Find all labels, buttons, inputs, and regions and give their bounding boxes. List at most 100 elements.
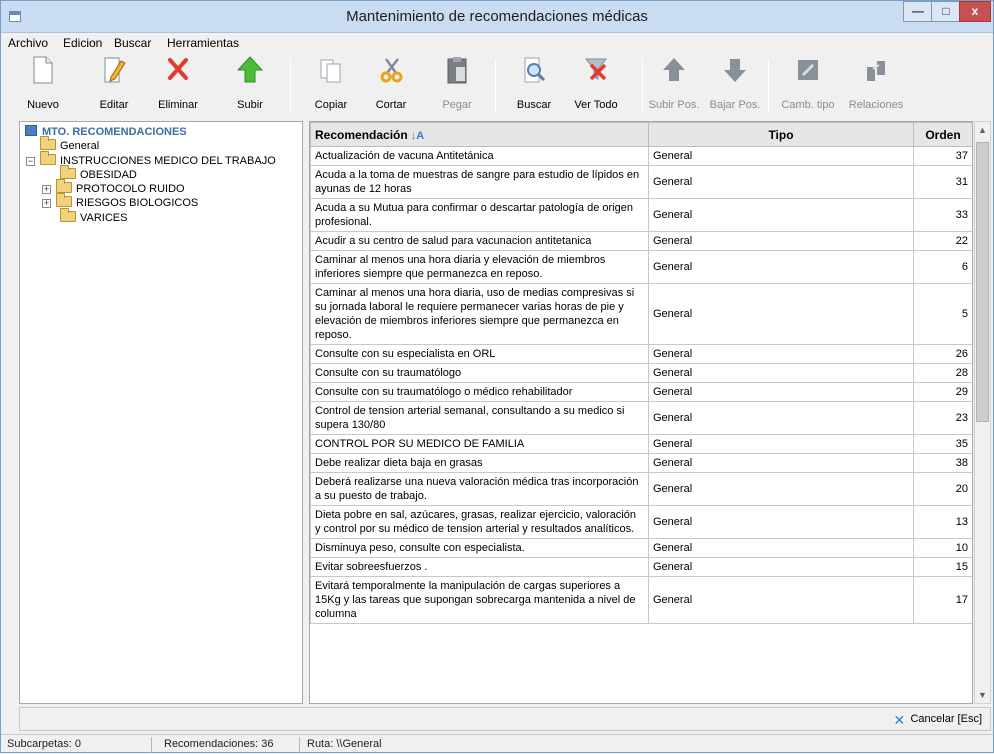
toolbar-separator [768,59,769,113]
maximize-button[interactable]: □ [931,1,961,22]
cell-tipo: General [648,472,914,506]
sort-az-icon: ↓A [410,129,425,142]
cell-orden: 38 [913,453,972,473]
cell-orden: 35 [913,434,972,454]
toolbar-separator [290,59,291,113]
view-all-button[interactable]: Ver Todo [569,55,623,117]
expand-icon[interactable]: + [42,199,51,208]
cell-recomendacion: Evitar sobreesfuerzos . [310,557,649,577]
cell-tipo: General [648,146,914,166]
cell-orden: 37 [913,146,972,166]
cell-recomendacion: Consulte con su traumatólogo o médico re… [310,382,649,402]
collapse-icon[interactable]: − [26,157,35,166]
tree-item-label: PROTOCOLO RUIDO [76,183,185,195]
relations-button[interactable]: Relaciones [845,55,907,117]
folder-icon [40,136,56,150]
cell-orden: 20 [913,472,972,506]
column-header-tipo[interactable]: Tipo [648,122,914,147]
cell-recomendacion: Caminar al menos una hora diaria y eleva… [310,250,649,284]
edit-button[interactable]: Editar [89,55,139,117]
table-row[interactable]: Caminar al menos una hora diaria y eleva… [310,250,972,284]
move-down-icon [724,59,746,82]
table-row[interactable]: Consulte con su traumatólogo o médico re… [310,382,972,402]
change-type-button[interactable]: Camb. tipo [777,55,839,117]
search-button[interactable]: Buscar [509,55,559,117]
cell-recomendacion: Dieta pobre en sal, azúcares, grasas, re… [310,505,649,539]
relations-icon [867,61,885,81]
toolbar-separator [642,59,643,113]
action-bar: ✕ Cancelar [Esc] [19,707,991,731]
table-row[interactable]: Caminar al menos una hora diaria, uso de… [310,283,972,345]
cut-label: Cortar [375,99,407,111]
menu-edicion[interactable]: Edicion [63,36,102,50]
cell-tipo: General [648,538,914,558]
expand-icon[interactable]: + [42,185,51,194]
cell-tipo: General [648,363,914,383]
menu-archivo[interactable]: Archivo [8,36,48,50]
delete-button[interactable]: Eliminar [151,55,205,117]
table-row[interactable]: Consulte con su especialista en ORL Gener… [310,344,972,364]
table-row[interactable]: Debe realizar dieta baja en grasas Genera… [310,453,972,473]
table-row[interactable]: CONTROL POR SU MEDICO DE FAMILIA General 3… [310,434,972,454]
cell-orden: 28 [913,363,972,383]
cell-orden: 26 [913,344,972,364]
move-down-button[interactable]: Bajar Pos. [709,55,761,117]
close-button[interactable]: x [959,1,991,22]
cell-tipo: General [648,165,914,199]
minimize-button[interactable]: — [903,1,933,22]
recommendations-grid[interactable]: Recomendación ↓A Tipo Orden Actualización… [309,121,973,704]
status-path: Ruta: \\General [307,738,382,750]
table-row[interactable]: Acudir a su centro de salud para vacunac… [310,231,972,251]
copy-button[interactable]: Copiar [307,55,355,117]
cell-tipo: General [648,283,914,345]
table-row[interactable]: Control de tension arterial semanal, con… [310,401,972,435]
cell-orden: 10 [913,538,972,558]
table-row[interactable]: Evitará temporalmente la manipulación de… [310,576,972,624]
cell-tipo: General [648,505,914,539]
table-row[interactable]: Dieta pobre en sal, azúcares, grasas, re… [310,505,972,539]
change-type-label: Camb. tipo [781,99,835,111]
column-header-recomendacion[interactable]: Recomendación ↓A [310,122,649,147]
cancel-button[interactable]: ✕ Cancelar [Esc] [890,710,986,728]
tree-root-label: MTO. RECOMENDACIONES [42,126,187,138]
status-subfolders: Subcarpetas: 0 [7,738,81,750]
table-row[interactable]: Evitar sobreesfuerzos . General 15 [310,557,972,577]
paste-button[interactable]: Pegar [437,55,477,117]
recommendations-table: Recomendación ↓A Tipo Orden Actualización… [310,122,972,624]
folder-tree[interactable]: MTO. RECOMENDACIONES General − INSTRUCCIO… [19,121,303,704]
move-up-icon [663,58,685,81]
cut-button[interactable]: Cortar [369,55,413,117]
tree-root[interactable]: MTO. RECOMENDACIONES [25,125,187,139]
change-type-icon [798,60,818,80]
menu-buscar[interactable]: Buscar [114,36,151,50]
up-button[interactable]: Subir [227,55,273,117]
table-row[interactable]: Disminuya peso, consulte con especialist… [310,538,972,558]
table-row[interactable]: Deberá realizarse una nueva valoración m… [310,472,972,506]
cell-recomendacion: Control de tension arterial semanal, con… [310,401,649,435]
tree-item-varices[interactable]: VARICES [60,208,127,225]
scroll-thumb[interactable] [976,142,989,422]
copy-icon [320,59,341,83]
scroll-down-icon[interactable]: ▼ [975,687,990,703]
table-row[interactable]: Actualización de vacuna Antitetánica Gene… [310,146,972,166]
menu-herramientas[interactable]: Herramientas [167,36,239,50]
scroll-up-icon[interactable]: ▲ [975,122,990,138]
cell-tipo: General [648,557,914,577]
vertical-scrollbar[interactable]: ▲ ▼ [974,121,991,704]
column-header-orden[interactable]: Orden [913,122,972,147]
table-row[interactable]: Consulte con su traumatólogo General 28 [310,363,972,383]
table-row[interactable]: Acuda a su Mutua para confirmar o descar… [310,198,972,232]
paste-icon [447,57,467,84]
paste-label: Pegar [442,99,472,111]
folder-icon [40,151,56,165]
move-up-button[interactable]: Subir Pos. [647,55,701,117]
cell-tipo: General [648,382,914,402]
tree-item-obesidad[interactable]: OBESIDAD [60,165,137,182]
cell-recomendacion: Disminuya peso, consulte con especialist… [310,538,649,558]
cell-recomendacion: Consulte con su especialista en ORL [310,344,649,364]
table-row[interactable]: Acuda a la toma de muestras de sangre pa… [310,165,972,199]
new-button[interactable]: Nuevo [17,55,69,117]
cell-recomendacion: Deberá realizarse una nueva valoración m… [310,472,649,506]
cell-orden: 5 [913,283,972,345]
toolbar-separator [495,59,496,113]
